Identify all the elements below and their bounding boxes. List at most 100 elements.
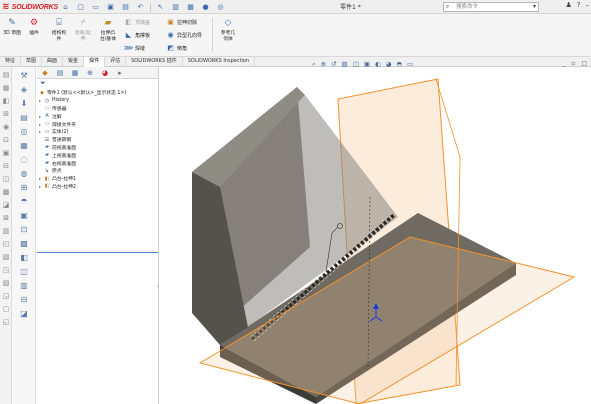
tree-item-sensors[interactable]: ▭ 传感器 (39, 105, 158, 113)
tree-item-boss-extrude1[interactable]: ▸ ◧ 凸台-拉伸1 (39, 175, 158, 183)
strip-tool-icon[interactable]: ▦ (1, 83, 11, 93)
strip-tool-icon[interactable]: ⊡ (1, 135, 11, 145)
options-gear-icon[interactable]: ◎ (215, 2, 226, 12)
3d-model-view[interactable] (160, 67, 591, 404)
strip-tool-icon[interactable]: ⊠ (1, 213, 11, 223)
strip-tool-icon[interactable]: ◪ (1, 200, 11, 210)
rebuild-icon[interactable]: ▥ (170, 2, 181, 12)
file-properties-icon[interactable]: ▦ (185, 2, 196, 12)
weld-tool-icon[interactable]: ◍ (17, 168, 31, 179)
weld-tool-icon[interactable]: ◎ (17, 126, 31, 137)
tab-evaluate[interactable]: 评估 (105, 57, 127, 67)
tree-item-origin[interactable]: ↳ 原点 (39, 167, 158, 175)
strip-tool-icon[interactable]: ⊞ (1, 109, 11, 119)
select-pointer-icon[interactable]: ↖ (155, 2, 166, 12)
weld-tool-icon[interactable]: ▩ (17, 238, 31, 249)
dimxpert-tab-icon[interactable]: ⊕ (84, 68, 96, 78)
print-icon[interactable]: ▤ (120, 2, 131, 12)
property-manager-tab-icon[interactable]: ▤ (54, 68, 66, 78)
weld-tool-icon[interactable]: ⊞ (17, 182, 31, 193)
strip-tool-icon[interactable]: ◱ (1, 317, 11, 327)
help-icon[interactable]: ? (577, 1, 581, 9)
strip-tool-icon[interactable]: ▧ (1, 252, 11, 262)
weld-tool-icon[interactable]: ◫ (17, 266, 31, 277)
tab-weldments[interactable]: 焊件 (84, 57, 106, 67)
extruded-boss-button[interactable]: ▰ 拉伸凸 台/基体 (96, 16, 120, 42)
weld-tool-icon[interactable]: ⊡ (17, 224, 31, 235)
extruded-cut-button[interactable]: ▣ 拉伸切除 (166, 17, 197, 27)
strip-tool-icon[interactable]: ◫ (1, 174, 11, 184)
viewport-maximize-icon[interactable]: □ (581, 60, 587, 67)
addins-button[interactable]: ⚙ 插件 (24, 16, 44, 37)
weld-tool-icon[interactable]: ▦ (17, 140, 31, 151)
traffic-light-icon[interactable]: ● (200, 2, 211, 12)
gusset-button[interactable]: ◣ 角撑板 (124, 30, 150, 40)
strip-tool-icon[interactable]: ◳ (1, 265, 11, 275)
reference-geometry-button[interactable]: ◇ 参考几 何体 (216, 16, 240, 42)
undo-icon[interactable]: ↶ (135, 2, 146, 12)
hole-wizard-button[interactable]: ◉ 异型孔向导 (166, 30, 202, 40)
structural-member-button[interactable]: ⌸ 结构构 件 (47, 16, 71, 42)
strip-tool-icon[interactable]: ▤ (1, 70, 11, 80)
strip-tool-icon[interactable]: ⊟ (1, 161, 11, 171)
weld-tool-icon[interactable]: ⚒ (17, 70, 31, 81)
weld-tool-icon[interactable]: ▣ (17, 210, 31, 221)
end-cap-button[interactable]: ◧ 顶端盖 (124, 17, 150, 27)
tree-item-material[interactable]: ☰ 普通碳钢 (39, 136, 158, 144)
graphics-area[interactable] (160, 67, 591, 404)
weld-tool-icon[interactable]: ◧ (17, 252, 31, 263)
weld-tool-icon[interactable]: ⊟ (17, 294, 31, 305)
weld-bead-button[interactable]: ⋙ 焊缝 (124, 43, 146, 53)
tree-item-weld-folder[interactable]: ▸ ▭ 焊接文件夹 (39, 120, 158, 128)
tab-sheet-metal[interactable]: 钣金 (63, 57, 85, 67)
chamfer-button[interactable]: ◩ 倒角 (166, 43, 187, 53)
3d-sketch-button[interactable]: ✎ 3D 草图 (2, 16, 22, 37)
strip-tool-icon[interactable]: ▣ (1, 148, 11, 158)
viewport-minimize-icon[interactable]: _ (562, 60, 565, 67)
tab-solidworks-inspection[interactable]: SOLIDWORKS Inspection (183, 57, 256, 67)
tree-item-right-plane[interactable]: ▰ 右视基准面 (39, 159, 158, 167)
tree-item-top-plane[interactable]: ▰ 上视基准面 (39, 151, 158, 159)
save-icon[interactable]: ▣ (105, 2, 116, 12)
rollback-bar[interactable] (37, 252, 158, 253)
configuration-manager-tab-icon[interactable]: ▦ (69, 68, 81, 78)
weld-tool-icon[interactable]: ◈ (17, 84, 31, 95)
tabs-more-icon[interactable]: ▸ (114, 68, 126, 78)
home-icon[interactable]: ⌂ (60, 2, 71, 12)
user-account-icon[interactable]: ♟ (566, 1, 572, 9)
tree-item-solid-bodies[interactable]: ▸ ▭ 实体(2) (39, 128, 158, 136)
tab-sketch[interactable]: 草图 (21, 57, 43, 67)
weld-tool-icon[interactable]: ◌ (17, 154, 31, 165)
viewport-restore-icon[interactable]: ▫ (571, 60, 575, 67)
strip-tool-icon[interactable]: ▥ (1, 226, 11, 236)
strip-tool-icon[interactable]: ▩ (1, 187, 11, 197)
tree-item-boss-extrude2[interactable]: ▸ ◧ 凸台-拉伸2 (39, 183, 158, 191)
tree-item-history[interactable]: ▸ ◷ History (39, 97, 158, 105)
tree-item-annotations[interactable]: ▸ A 注解 (39, 112, 158, 120)
weld-tool-icon[interactable]: ◪ (17, 308, 31, 319)
open-folder-icon[interactable]: ▭ (90, 2, 101, 12)
strip-tool-icon[interactable]: ◧ (1, 96, 11, 106)
solidworks-logo[interactable]: ≋ SOLIDWORKS (2, 1, 58, 13)
strip-tool-icon[interactable]: ◲ (1, 291, 11, 301)
trim-extend-button[interactable]: ⌿ 剪裁/延 伸 (72, 16, 94, 42)
weld-tool-icon[interactable]: ▥ (17, 280, 31, 291)
strip-tool-icon[interactable]: ▨ (1, 278, 11, 288)
filter-icon[interactable]: ⏷ (37, 79, 158, 89)
tab-features[interactable]: 特征 (0, 57, 22, 67)
strip-tool-icon[interactable]: ◉ (1, 122, 11, 132)
feature-tree-tab-icon[interactable]: ◆ (39, 68, 51, 78)
tab-solidworks-addins[interactable]: SOLIDWORKS 插件 (126, 57, 183, 67)
strip-tool-icon[interactable]: ◰ (1, 239, 11, 249)
search-dropdown-icon[interactable]: ▾ (533, 3, 536, 11)
tree-root-part[interactable]: ◆ 零件1 (默认<<默认>_显示状态 1>) (39, 89, 158, 97)
weld-tool-icon[interactable]: ▤ (17, 112, 31, 123)
weld-tool-icon[interactable]: ⬇ (17, 98, 31, 109)
display-manager-tab-icon[interactable]: ◕ (99, 68, 111, 78)
weld-tool-icon[interactable]: ☂ (17, 196, 31, 207)
search-commands-input[interactable]: ⌕ 搜索命令 ▾ (443, 2, 539, 12)
new-document-icon[interactable]: ▢ (75, 2, 86, 12)
tab-surfaces[interactable]: 曲面 (42, 57, 64, 67)
tree-item-front-plane[interactable]: ▰ 前视基准面 (39, 144, 158, 152)
minimize-icon[interactable]: – (586, 1, 590, 9)
